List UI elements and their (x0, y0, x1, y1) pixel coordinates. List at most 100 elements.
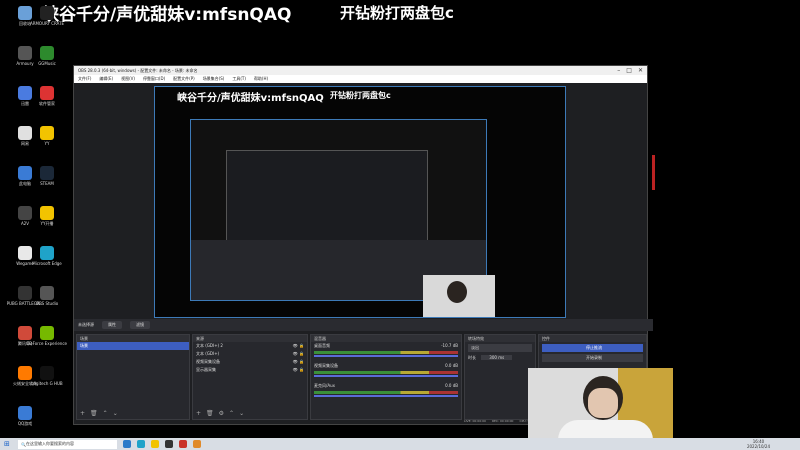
trash-icon[interactable]: 🗑 (206, 410, 214, 417)
transitions-header: 转场特效 (465, 335, 535, 342)
menu-item[interactable]: 文件(F) (78, 76, 91, 82)
visibility-lock-icons[interactable]: 👁 🔒 (293, 342, 307, 350)
visibility-lock-icons[interactable]: 👁 🔒 (293, 358, 307, 366)
desktop-icon[interactable]: GGMusic (24, 46, 70, 66)
menu-item[interactable]: 场景集合(S) (203, 76, 225, 82)
source-item[interactable]: 文本 (GDI+) 2 👁 🔒 (193, 342, 307, 350)
desktop-icon[interactable]: YY开播 (24, 206, 70, 227)
scroll-indicator (652, 155, 655, 190)
gear-icon[interactable]: ⚙ (219, 410, 224, 417)
desktop-icon-label: GeForce Experience (27, 341, 67, 346)
nested-preview-inner (226, 150, 428, 252)
volume-slider[interactable] (314, 355, 458, 357)
sources-footer: + 🗑 ⚙ ⌃ ⌄ (196, 410, 244, 417)
close-icon[interactable]: ✕ (638, 67, 643, 74)
mixer-channel-name: 视频采集设备 (314, 363, 338, 368)
transitions-dock: 转场特效 淡出 时长 300 ms (464, 334, 536, 420)
chevron-up-icon[interactable]: ⌃ (229, 410, 234, 417)
volume-slider[interactable] (314, 395, 458, 397)
app-icon-2[interactable] (193, 440, 201, 448)
app-icon[interactable] (179, 440, 187, 448)
mixer-channel-level: 0.0 dB (445, 383, 458, 388)
transition-select[interactable]: 淡出 (468, 344, 532, 352)
windows-start-icon[interactable]: ⊞ (4, 440, 10, 448)
taskbar-clock[interactable]: 16:40 2022/10/24 (747, 439, 770, 449)
app-icon (18, 406, 32, 420)
preview-overlay-line-2: 开钻粉打两盘包c (330, 91, 391, 100)
obs-title: OBS 28.0.3 (64-bit, windows) - 配置文件: 未命名… (78, 67, 198, 73)
add-icon[interactable]: + (196, 410, 201, 417)
overlay-line-1: 峡谷千分/声优甜妹v:mfsnQAQ (42, 5, 292, 25)
visibility-lock-icons[interactable]: 👁 🔒 (293, 366, 307, 374)
chevron-down-icon[interactable]: ⌄ (113, 410, 118, 417)
app-icon (40, 366, 54, 380)
duration-label: 时长 (468, 355, 476, 360)
volume-slider[interactable] (314, 375, 458, 377)
menu-item[interactable]: 帮助(H) (254, 76, 268, 82)
app-icon (40, 246, 54, 260)
source-item[interactable]: 视频采集设备 👁 🔒 (193, 358, 307, 366)
rec-status: REC: 00:00:00 (491, 419, 514, 423)
add-icon[interactable]: + (80, 410, 85, 417)
scenes-dock: 场景 场景 + 🗑 ⌃ ⌄ (76, 334, 190, 420)
app-icon (40, 326, 54, 340)
file-explorer-icon[interactable] (151, 440, 159, 448)
streamer-face (588, 388, 618, 418)
obs-menubar: 文件(F) 编辑(E) 视图(V) 停靠窗口(D) 配置文件(P) 场景集合(S) 工具(T… (74, 75, 647, 83)
obs-icon[interactable] (165, 440, 173, 448)
source-item[interactable]: 文本 (GDI+) 👁 🔒 (193, 350, 307, 358)
maximize-icon[interactable]: □ (626, 67, 632, 74)
source-item[interactable]: 显示器采集 👁 🔒 (193, 366, 307, 374)
desktop-icon[interactable]: GeForce Experience (24, 326, 70, 346)
mixer-channel: 视频采集设备 0.0 dB (311, 362, 461, 377)
duration-input[interactable]: 300 ms (481, 355, 513, 360)
desktop-icon[interactable]: Logitech G HUB (24, 366, 70, 386)
duration-row: 时长 300 ms (465, 354, 535, 362)
minimize-icon[interactable]: – (617, 67, 620, 74)
obs-titlebar: OBS 28.0.3 (64-bit, windows) - 配置文件: 未命名… (74, 66, 647, 75)
desktop-icon[interactable]: STEAM (24, 166, 70, 186)
sources-header: 来源 (193, 335, 307, 342)
menu-item[interactable]: 停靠窗口(D) (143, 76, 165, 82)
desktop-icon[interactable]: 软件管家 (24, 86, 70, 107)
desktop-icon[interactable]: ARMOURY CRATE (24, 6, 70, 26)
desktop-icon[interactable]: YY (24, 126, 70, 146)
filters-button[interactable]: 滤镜 (130, 321, 150, 329)
app-icon (40, 126, 54, 140)
desktop-icon[interactable]: OBS Studio (24, 286, 70, 306)
obs-preview[interactable]: 峡谷千分/声优甜妹v:mfsnQAQ 开钻粉打两盘包c (154, 86, 566, 318)
visibility-lock-icons[interactable]: 👁 🔒 (293, 350, 307, 358)
chevron-up-icon[interactable]: ⌃ (103, 410, 108, 417)
start-record-button[interactable]: 开始录制 (542, 354, 643, 362)
nested-preview (190, 119, 487, 301)
menu-item[interactable]: 编辑(E) (99, 76, 113, 82)
chevron-down-icon[interactable]: ⌄ (239, 410, 244, 417)
mixer-dock: 混音器 桌面音频 -10.7 dB 视频采集设备 0.0 dB 麦克风/Aux 0.0 d… (310, 334, 462, 420)
volume-meter (314, 351, 458, 354)
taskbar-search[interactable]: 🔍 在这里输入你要搜索的内容 (18, 439, 117, 449)
scenes-footer: + 🗑 ⌃ ⌄ (80, 410, 118, 417)
menu-item[interactable]: 工具(T) (232, 76, 246, 82)
mixer-channel-level: 0.0 dB (445, 363, 458, 368)
app-icon (40, 166, 54, 180)
desktop-icon-label: STEAM (40, 181, 54, 186)
desktop-icon[interactable]: QQ游戏 (2, 406, 48, 427)
properties-button[interactable]: 属性 (102, 321, 122, 329)
mixer-channel-name: 麦克风/Aux (314, 383, 335, 388)
desktop-icon[interactable]: Microsoft Edge (24, 246, 70, 266)
mixer-header: 混音器 (311, 335, 461, 342)
scene-item[interactable]: 场景 (77, 342, 189, 350)
task-view-icon[interactable] (123, 440, 131, 448)
mixer-channel: 桌面音频 -10.7 dB (311, 342, 461, 357)
desktop-icon-label: Logitech G HUB (31, 381, 63, 386)
menu-item[interactable]: 配置文件(P) (173, 76, 195, 82)
edge-icon[interactable] (137, 440, 145, 448)
start-stream-button[interactable]: 停止推流 (542, 344, 643, 352)
source-item-label: 视频采集设备 (196, 359, 220, 364)
desktop-icon-label: YY开播 (40, 221, 54, 226)
menu-item[interactable]: 视图(V) (121, 76, 135, 82)
taskbar: ⊞ 🔍 在这里输入你要搜索的内容 16:40 2022/10/24 (0, 438, 800, 450)
app-icon (40, 86, 54, 100)
trash-icon[interactable]: 🗑 (90, 410, 98, 417)
volume-meter (314, 371, 458, 374)
